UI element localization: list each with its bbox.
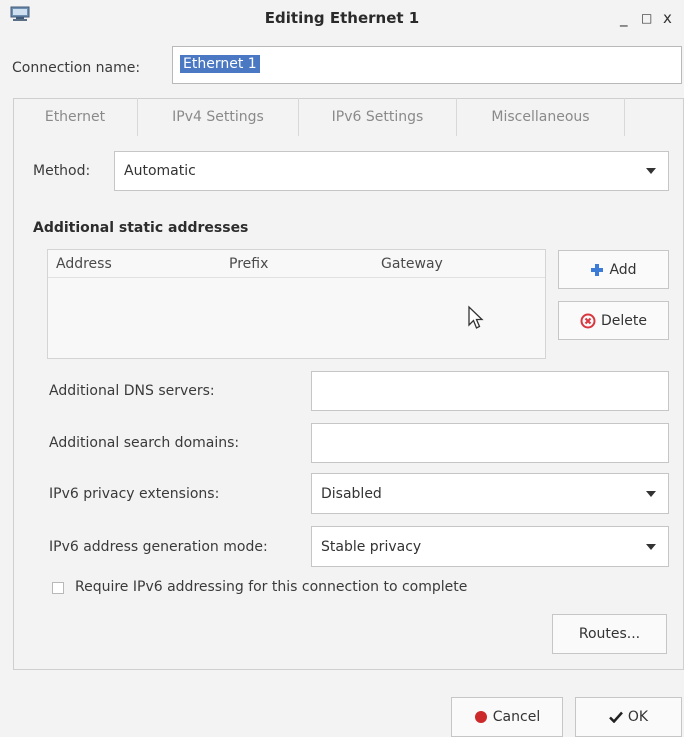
mouse-pointer-icon — [468, 305, 484, 329]
connection-name-label: Connection name: — [12, 60, 141, 76]
method-label: Method: — [33, 163, 91, 179]
ok-button[interactable]: OK — [575, 697, 682, 737]
tab-ipv4-settings[interactable]: IPv4 Settings — [138, 98, 298, 136]
connection-name-value: Ethernet 1 — [180, 55, 260, 73]
generation-mode-label: IPv6 address generation mode: — [49, 539, 268, 555]
search-domains-label: Additional search domains: — [49, 435, 240, 451]
column-header-address[interactable]: Address — [56, 256, 112, 272]
require-ipv6-label[interactable]: Require IPv6 addressing for this connect… — [75, 579, 467, 595]
delete-button[interactable]: Delete — [558, 301, 669, 340]
dns-servers-input[interactable] — [311, 371, 669, 411]
cancel-icon — [474, 711, 487, 723]
tab-ethernet[interactable]: Ethernet — [13, 98, 137, 136]
privacy-extensions-dropdown[interactable]: Disabled — [311, 473, 669, 514]
method-dropdown[interactable]: Automatic — [114, 151, 669, 191]
method-value: Automatic — [124, 163, 196, 179]
generation-mode-value: Stable privacy — [321, 538, 422, 555]
addresses-table[interactable]: Address Prefix Gateway — [47, 249, 546, 359]
delete-button-label: Delete — [601, 312, 647, 329]
tab-miscellaneous[interactable]: Miscellaneous — [457, 98, 624, 136]
tab-divider — [624, 98, 625, 136]
dns-servers-label: Additional DNS servers: — [49, 383, 215, 399]
add-button-label: Add — [609, 261, 637, 278]
delete-icon — [580, 313, 596, 328]
title-bar: Editing Ethernet 1 _ □ x — [0, 0, 684, 38]
cancel-button-label: Cancel — [492, 709, 541, 725]
routes-button[interactable]: Routes... — [552, 614, 667, 654]
search-domains-input[interactable] — [311, 423, 669, 463]
tab-ipv6-settings[interactable]: IPv6 Settings — [299, 98, 456, 136]
chevron-down-icon — [646, 168, 656, 174]
routes-button-label: Routes... — [578, 626, 641, 642]
chevron-down-icon — [646, 490, 656, 497]
check-icon — [609, 711, 623, 723]
ok-button-label: OK — [627, 709, 649, 725]
column-header-gateway[interactable]: Gateway — [381, 256, 443, 272]
static-addresses-title: Additional static addresses — [33, 220, 249, 236]
require-ipv6-checkbox[interactable] — [52, 582, 64, 594]
window-title: Editing Ethernet 1 — [264, 9, 420, 27]
minimize-button[interactable]: _ — [620, 9, 628, 27]
maximize-button[interactable]: □ — [641, 11, 652, 25]
generation-mode-dropdown[interactable]: Stable privacy — [311, 526, 669, 567]
connection-name-input[interactable]: Ethernet 1 — [172, 46, 682, 84]
add-button[interactable]: Add — [558, 250, 669, 289]
header-divider — [48, 277, 545, 278]
plus-icon — [591, 263, 604, 276]
close-button[interactable]: x — [663, 9, 672, 27]
chevron-down-icon — [646, 543, 656, 550]
privacy-extensions-label: IPv6 privacy extensions: — [49, 486, 220, 502]
cancel-button[interactable]: Cancel — [451, 697, 563, 737]
column-header-prefix[interactable]: Prefix — [229, 256, 268, 272]
privacy-extensions-value: Disabled — [321, 485, 382, 502]
